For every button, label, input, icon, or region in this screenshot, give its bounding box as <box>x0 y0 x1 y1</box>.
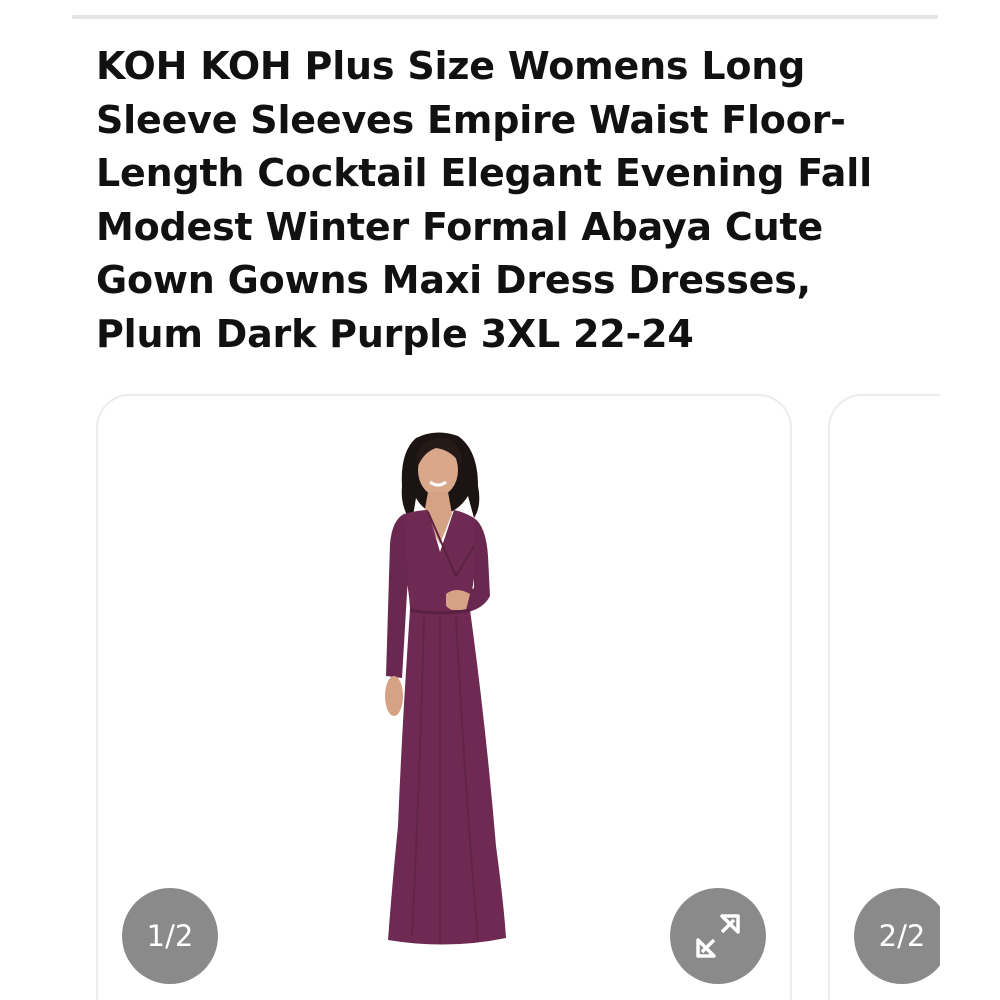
slide-counter-badge: 2/2 <box>854 888 940 984</box>
carousel-slide-2[interactable]: 2/2 <box>828 394 940 1000</box>
expand-image-button[interactable] <box>670 888 766 984</box>
product-page: KOH KOH Plus Size Womens Long Sleeve Sle… <box>0 0 1000 1000</box>
top-divider <box>72 15 938 19</box>
carousel-viewport: 1/2 2/2 <box>0 392 940 1000</box>
product-image[interactable] <box>328 426 528 966</box>
image-carousel[interactable]: 1/2 2/2 <box>0 392 1000 1000</box>
carousel-slide-1[interactable]: 1/2 <box>96 394 792 1000</box>
slide-counter-badge: 1/2 <box>122 888 218 984</box>
expand-arrows-icon <box>696 914 740 958</box>
product-title: KOH KOH Plus Size Womens Long Sleeve Sle… <box>96 44 872 356</box>
